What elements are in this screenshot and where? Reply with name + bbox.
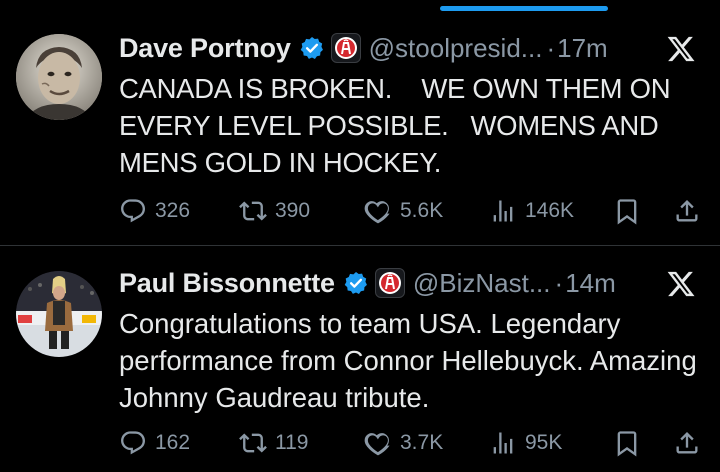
author-name[interactable]: Dave Portnoy — [119, 33, 291, 64]
timestamp[interactable]: 14m — [565, 268, 616, 299]
reply-icon — [121, 431, 146, 455]
share-icon — [676, 200, 698, 222]
views-icon — [493, 200, 513, 222]
like-icon — [364, 433, 390, 456]
separator: · — [554, 267, 564, 298]
like-count: 3.7K — [400, 431, 444, 454]
author-name[interactable]: Paul Bissonnette — [119, 268, 335, 299]
like-button[interactable]: 5.6K — [364, 193, 443, 229]
affiliate-badge-icon[interactable] — [330, 33, 361, 63]
share-icon — [676, 432, 698, 454]
bookmark-button[interactable] — [613, 193, 641, 229]
tweet-actions: 162 119 3.7K 95K — [119, 425, 720, 461]
like-button[interactable]: 3.7K — [364, 425, 443, 461]
reply-button[interactable]: 326 — [119, 193, 190, 229]
x-logo-icon[interactable] — [666, 269, 696, 299]
verified-badge-icon — [344, 271, 367, 295]
views-count: 95K — [525, 431, 563, 454]
author-handle[interactable]: @BizNast... — [413, 268, 551, 299]
repost-count: 119 — [275, 431, 309, 454]
reply-count: 326 — [155, 199, 191, 222]
tweet-actions: 326 390 5.6K 146K — [119, 193, 720, 229]
tweet-text: CANADA IS BROKEN. WE OWN THEM ON EVERY L… — [119, 73, 678, 178]
tweet[interactable]: Dave Portnoy @stoolpresid... · 17m CANAD… — [0, 18, 720, 246]
timestamp[interactable]: 17m — [557, 33, 608, 64]
views-count: 146K — [525, 199, 575, 222]
like-icon — [364, 201, 390, 224]
repost-button[interactable]: 119 — [239, 425, 308, 461]
avatar[interactable] — [16, 34, 102, 120]
repost-icon — [239, 201, 267, 221]
verified-badge-icon — [300, 36, 323, 60]
views-icon — [493, 432, 513, 454]
author-handle[interactable]: @stoolpresid... — [369, 33, 543, 64]
active-tab-indicator — [440, 6, 608, 11]
tweet-text: Congratulations to team USA. Legendary p… — [119, 308, 705, 413]
like-count: 5.6K — [400, 199, 444, 222]
tweet-header: Dave Portnoy @stoolpresid... · 17m — [119, 28, 696, 68]
tweet[interactable]: Paul Bissonnette @BizNast... · 14m Congr… — [0, 247, 720, 472]
x-logo-icon[interactable] — [666, 34, 696, 64]
avatar[interactable] — [16, 271, 102, 357]
share-button[interactable] — [673, 193, 701, 229]
repost-button[interactable]: 390 — [239, 193, 310, 229]
reply-count: 162 — [155, 431, 191, 454]
separator: · — [546, 32, 556, 63]
affiliate-badge-icon[interactable] — [374, 268, 405, 298]
repost-icon — [239, 433, 267, 453]
views-button[interactable]: 95K — [489, 425, 562, 461]
bookmark-icon — [617, 431, 637, 457]
bookmark-icon — [617, 199, 637, 225]
views-button[interactable]: 146K — [489, 193, 574, 229]
reply-icon — [121, 199, 146, 223]
repost-count: 390 — [275, 199, 311, 222]
bookmark-button[interactable] — [613, 425, 641, 461]
reply-button[interactable]: 162 — [119, 425, 190, 461]
tweet-header: Paul Bissonnette @BizNast... · 14m — [119, 263, 696, 303]
share-button[interactable] — [673, 425, 701, 461]
